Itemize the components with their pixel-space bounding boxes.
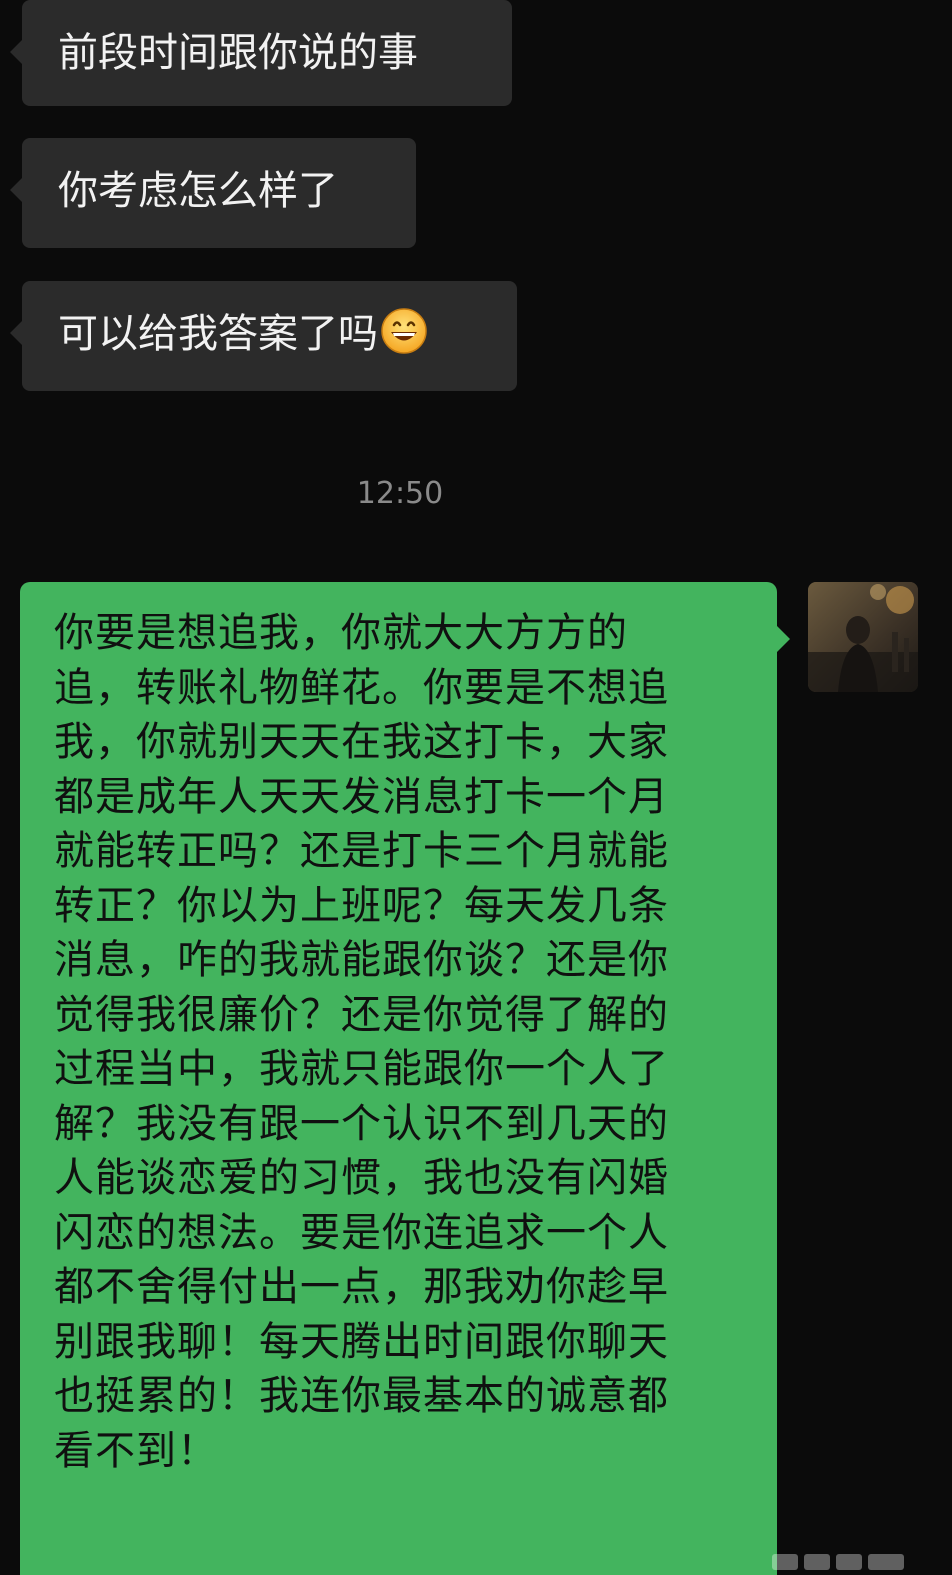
message-line: 觉得我很廉价？还是你觉得了解的 [54, 991, 669, 1038]
message-text: 可以给我答案了吗 [58, 311, 378, 357]
chat-window: 前段时间跟你说的事 你考虑怎么样了 可以给我答案了吗 12:50 你要是想追我，… [0, 0, 952, 1575]
message-line: 消息，咋的我就能跟你谈？还是你 [54, 937, 669, 983]
message-line: 就能转正吗？还是打卡三个月就能 [54, 828, 669, 874]
message-line: 过程当中，我就只能跟你一个人了 [54, 1046, 669, 1092]
message-text: 你考虑怎么样了 [58, 168, 338, 214]
watermark-icon [772, 1554, 904, 1570]
message-line: 闪恋的想法。要是你连追求一个人 [54, 1209, 669, 1256]
message-line: 别跟我聊！每天腾出时间跟你聊天 [54, 1318, 669, 1365]
incoming-message-bubble[interactable]: 可以给我答案了吗 [10, 281, 517, 391]
message-line: 追，转账礼物鲜花。你要是不想追 [54, 664, 669, 711]
outgoing-message-bubble[interactable]: 你要是想追我，你就大大方方的 追，转账礼物鲜花。你要是不想追 我，你就别天天在我… [20, 582, 790, 1575]
incoming-message-bubble[interactable]: 前段时间跟你说的事 [10, 0, 512, 106]
message-timestamp: 12:50 [356, 476, 444, 511]
message-line: 都不舍得付出一点，那我劝你趁早 [54, 1264, 669, 1310]
message-line: 也挺累的！我连你最基本的诚意都 [54, 1373, 669, 1419]
grinning-face-emoji-icon [380, 307, 428, 355]
message-line: 看不到！ [54, 1427, 218, 1474]
message-line: 你要是想追我，你就大大方方的 [54, 610, 628, 656]
message-line: 解？我没有跟一个认识不到几天的 [54, 1100, 669, 1147]
message-line: 人能谈恋爱的习惯，我也没有闪婚 [54, 1155, 669, 1201]
message-line: 转正？你以为上班呢？每天发几条 [54, 882, 669, 929]
avatar-photo-icon [808, 582, 918, 692]
avatar[interactable] [808, 582, 918, 692]
message-text: 前段时间跟你说的事 [58, 30, 418, 76]
message-line: 我，你就别天天在我这打卡，大家 [54, 719, 669, 765]
message-line: 都是成年人天天发消息打卡一个月 [54, 773, 669, 820]
incoming-message-bubble[interactable]: 你考虑怎么样了 [10, 138, 416, 248]
